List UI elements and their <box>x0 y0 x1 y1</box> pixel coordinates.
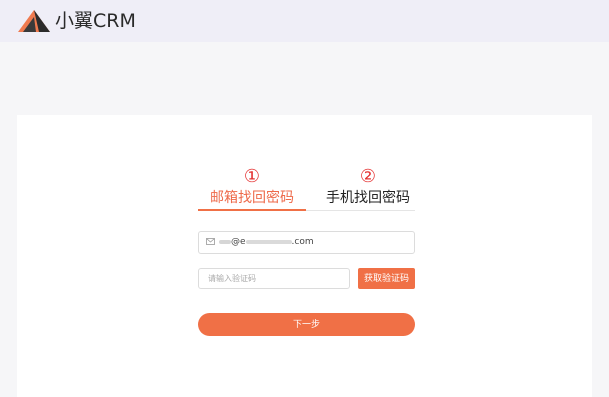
get-code-button[interactable]: 获取验证码 <box>358 268 415 289</box>
active-tab-indicator <box>198 209 306 211</box>
redacted-text <box>245 239 292 244</box>
tab-email-recovery[interactable]: ① 邮箱找回密码 <box>198 167 306 207</box>
email-field[interactable]: @e .com <box>198 231 415 254</box>
email-domain-end: .com <box>291 237 314 247</box>
triangle-logo-icon <box>18 10 50 32</box>
step-label: 手机找回密码 <box>326 190 410 206</box>
mail-icon <box>206 238 215 245</box>
tab-divider <box>306 210 415 211</box>
step-number: ② <box>359 166 377 187</box>
step-number: ① <box>243 166 261 187</box>
redacted-text <box>219 239 231 244</box>
email-domain-start: @e <box>231 237 246 247</box>
step-label: 邮箱找回密码 <box>210 190 294 206</box>
top-bar: 小翼CRM <box>0 0 609 42</box>
email-value: @e .com <box>219 236 314 249</box>
brand-title: 小翼CRM <box>55 10 136 32</box>
verification-code-input[interactable] <box>198 268 350 289</box>
next-step-button[interactable]: 下一步 <box>198 313 415 336</box>
tab-phone-recovery[interactable]: ② 手机找回密码 <box>322 167 414 207</box>
content-card <box>17 115 592 397</box>
